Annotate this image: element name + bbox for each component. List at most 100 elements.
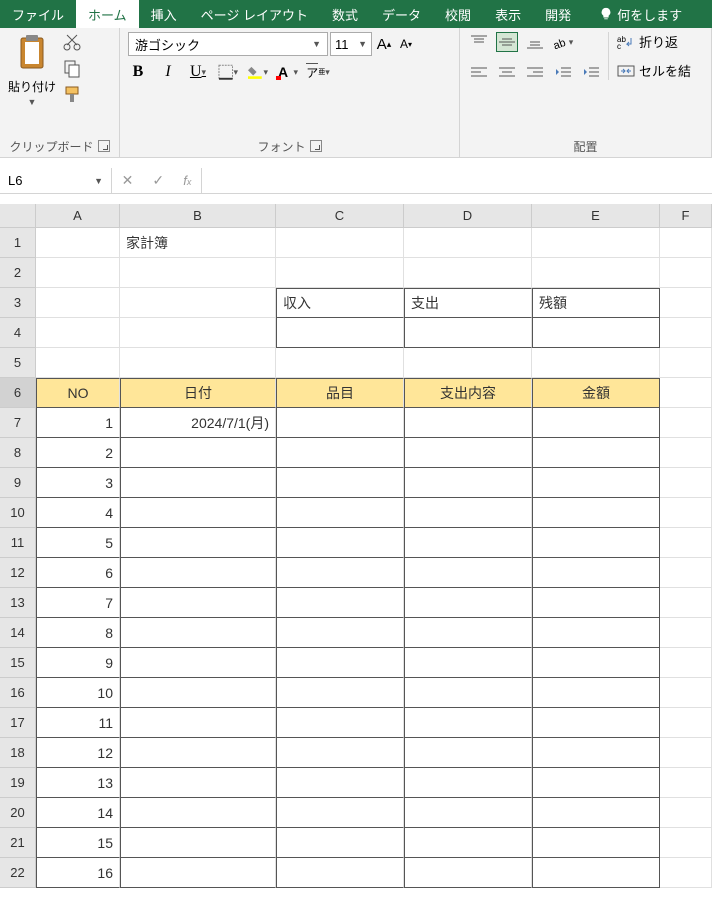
cell[interactable] [532, 828, 660, 858]
row-header[interactable]: 21 [0, 828, 36, 858]
cell[interactable]: 11 [36, 708, 120, 738]
cell[interactable]: 2 [36, 438, 120, 468]
cell[interactable] [660, 678, 712, 708]
row-header[interactable]: 22 [0, 858, 36, 888]
cell[interactable] [404, 678, 532, 708]
cell[interactable] [404, 798, 532, 828]
tab-data[interactable]: データ [370, 0, 433, 28]
cell[interactable] [404, 708, 532, 738]
row-header[interactable]: 7 [0, 408, 36, 438]
cell[interactable] [276, 228, 404, 258]
cell[interactable] [276, 558, 404, 588]
cell[interactable] [532, 798, 660, 828]
cell[interactable] [660, 348, 712, 378]
cell[interactable] [660, 558, 712, 588]
cell[interactable]: 14 [36, 798, 120, 828]
row-header[interactable]: 19 [0, 768, 36, 798]
paste-button[interactable]: 貼り付け ▼ [8, 32, 56, 107]
cell[interactable] [120, 708, 276, 738]
cell[interactable] [660, 228, 712, 258]
cell[interactable] [404, 498, 532, 528]
tab-formulas[interactable]: 数式 [320, 0, 370, 28]
cell[interactable] [120, 348, 276, 378]
cell[interactable]: 家計簿 [120, 228, 276, 258]
cell[interactable] [660, 798, 712, 828]
font-dialog-launcher[interactable] [310, 140, 322, 152]
orientation-icon[interactable]: ab▾ [552, 32, 574, 52]
cell[interactable] [276, 588, 404, 618]
cell[interactable] [276, 738, 404, 768]
formula-input[interactable] [202, 168, 712, 193]
tab-home[interactable]: ホーム [76, 0, 139, 28]
align-left-icon[interactable] [468, 62, 490, 82]
row-header[interactable]: 12 [0, 558, 36, 588]
wrap-text-button[interactable]: abc 折り返 [617, 32, 691, 51]
cell[interactable] [532, 318, 660, 348]
cell[interactable] [276, 408, 404, 438]
cell[interactable] [120, 648, 276, 678]
tab-developer[interactable]: 開発 [533, 0, 583, 28]
cell[interactable]: 3 [36, 468, 120, 498]
tab-tell-me[interactable]: 何をします [587, 0, 694, 28]
cell[interactable] [660, 648, 712, 678]
cell[interactable]: 7 [36, 588, 120, 618]
cell[interactable] [404, 348, 532, 378]
cell[interactable] [276, 798, 404, 828]
cell[interactable] [120, 498, 276, 528]
cell[interactable] [276, 318, 404, 348]
row-header[interactable]: 10 [0, 498, 36, 528]
cell[interactable] [404, 318, 532, 348]
cell[interactable] [532, 438, 660, 468]
cell[interactable] [120, 738, 276, 768]
cell[interactable] [660, 258, 712, 288]
row-header[interactable]: 17 [0, 708, 36, 738]
cell[interactable] [404, 768, 532, 798]
border-button[interactable]: ▾ [218, 62, 238, 82]
underline-button[interactable]: U ▾ [188, 62, 208, 82]
cell[interactable] [660, 768, 712, 798]
align-right-icon[interactable] [524, 62, 546, 82]
cell[interactable] [276, 678, 404, 708]
cell[interactable] [276, 438, 404, 468]
cell[interactable] [120, 588, 276, 618]
cell[interactable] [120, 468, 276, 498]
cell[interactable] [532, 588, 660, 618]
cell[interactable] [36, 258, 120, 288]
cell[interactable]: 5 [36, 528, 120, 558]
copy-icon[interactable] [62, 58, 82, 78]
cell[interactable] [660, 408, 712, 438]
clipboard-dialog-launcher[interactable] [98, 140, 110, 152]
row-header[interactable]: 20 [0, 798, 36, 828]
cell[interactable] [532, 858, 660, 888]
cell[interactable]: 4 [36, 498, 120, 528]
cell[interactable]: 1 [36, 408, 120, 438]
col-header[interactable]: B [120, 204, 276, 228]
cell[interactable] [660, 828, 712, 858]
cell[interactable] [276, 618, 404, 648]
cell[interactable] [660, 708, 712, 738]
font-color-button[interactable]: A ▾ [278, 62, 298, 82]
cell[interactable] [120, 858, 276, 888]
tab-view[interactable]: 表示 [483, 0, 533, 28]
cell[interactable] [404, 438, 532, 468]
row-header[interactable]: 16 [0, 678, 36, 708]
cell[interactable] [404, 738, 532, 768]
cell[interactable] [36, 348, 120, 378]
cell[interactable] [120, 798, 276, 828]
cell[interactable] [532, 498, 660, 528]
cell[interactable] [36, 288, 120, 318]
cut-icon[interactable] [62, 32, 82, 52]
row-header[interactable]: 3 [0, 288, 36, 318]
cell[interactable] [660, 618, 712, 648]
cell[interactable] [276, 648, 404, 678]
fx-icon[interactable]: fx [183, 173, 191, 188]
row-header[interactable]: 18 [0, 738, 36, 768]
cell[interactable] [120, 558, 276, 588]
font-name-select[interactable]: 游ゴシック▼ [128, 32, 328, 56]
cell[interactable] [120, 438, 276, 468]
row-header[interactable]: 5 [0, 348, 36, 378]
row-header[interactable]: 14 [0, 618, 36, 648]
cell[interactable] [532, 648, 660, 678]
cell[interactable] [660, 588, 712, 618]
tab-page-layout[interactable]: ページ レイアウト [189, 0, 320, 28]
